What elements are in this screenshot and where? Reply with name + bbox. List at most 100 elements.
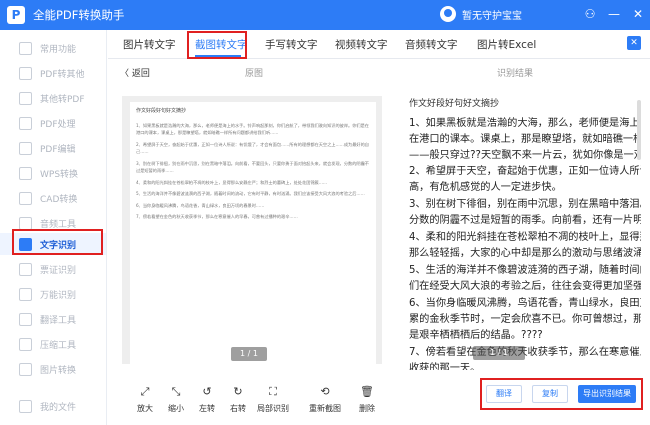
sidebar-item-label: PDF处理 (40, 119, 76, 130)
result-title: 作文好段好句好文摘抄 (409, 99, 500, 109)
pdf-process-icon (19, 116, 32, 130)
skin-icon[interactable]: ⚇ (582, 5, 598, 23)
retake-screenshot-button[interactable]: ⟲ 重新截图 (305, 385, 345, 414)
result-line: 6、当你身临暖风沸腾，鸟语花香，青山绿水，良田万顷的春景 (409, 298, 641, 309)
star-icon (19, 41, 32, 55)
tab-audio-to-text[interactable]: 音频转文字 (405, 37, 458, 52)
sidebar-item-compress[interactable]: 压缩工具 (0, 333, 106, 355)
audio-icon (19, 216, 32, 230)
sidebar-item-label: 我的文件 (40, 402, 77, 413)
sidebar-item-label: CAD转换 (40, 194, 78, 205)
scan-icon (19, 287, 32, 301)
doc-paragraph: 5、生活的海洋并不像碧波涟漪的西子湖，随着时间的流动，它有时平静，有时汹涌。我们… (136, 191, 365, 196)
sidebar-item-label: 票证识别 (40, 265, 77, 276)
partial-recognize-button[interactable]: ⛶ 局部识别 (253, 385, 293, 414)
sidebar-item-pdf-process[interactable]: PDF处理 (0, 112, 106, 134)
sidebar: 常用功能 PDF转其他 其他转PDF PDF处理 PDF编辑 WPS转换 CAD… (0, 30, 107, 425)
sidebar-item-pdf-to-other[interactable]: PDF转其他 (0, 62, 106, 84)
compress-icon (19, 337, 32, 351)
result-line: 累的金秋季节时，一定会欣喜不已。你可曾想过，那盛然的春色 (409, 314, 641, 325)
sub-header: 〈 返回 原图 识别结果 (108, 60, 650, 84)
rotate-right-button[interactable]: ↻ 右转 (218, 385, 258, 414)
minimize-icon[interactable]: — (606, 5, 622, 23)
trash-icon: 🗑 (360, 385, 374, 398)
refresh-icon: ⟲ (320, 385, 330, 398)
result-line: 5、生活的海洋并不像碧波涟漪的西子湖，随着时间的流动，它 (409, 265, 641, 276)
image-icon (19, 362, 32, 376)
sidebar-item-label: 翻译工具 (40, 315, 77, 326)
export-result-button[interactable]: 导出识别结果 (578, 385, 636, 403)
sidebar-item-label: 万能识别 (40, 290, 77, 301)
sidebar-item-other-to-pdf[interactable]: 其他转PDF (0, 87, 106, 109)
tool-label: 局部识别 (257, 404, 289, 413)
doc-title: 作文好段好句好文摘抄 (136, 108, 187, 114)
result-line: 在港口的课本。课桌上，那是瞭望塔，就如暗礁一样所有问题 (409, 134, 641, 145)
result-line: 分数的阴霾不过是短暂的雨季。向前看，还有一片明亮的天，不 (409, 215, 641, 226)
tab-image-to-text[interactable]: 图片转文字 (123, 37, 176, 52)
sidebar-item-image[interactable]: 图片转换 (0, 358, 106, 380)
tool-label: 左转 (199, 404, 215, 413)
rotate-left-icon: ↺ (202, 385, 212, 398)
tab-video-to-text[interactable]: 视频转文字 (335, 37, 388, 52)
sidebar-item-label: 图片转换 (40, 365, 77, 376)
ticket-icon (19, 262, 32, 276)
sidebar-item-ticket[interactable]: 票证识别 (0, 258, 106, 280)
result-line: ——般只穿过??天空飘不来一片云，犹如你像是一双臂膀。 (409, 150, 641, 161)
tab-handwriting-to-text[interactable]: 手写转文字 (265, 37, 318, 52)
tab-image-to-excel[interactable]: 图片转Excel (477, 37, 536, 52)
screenshot-document: 作文好段好句好文摘抄 1、如果黑板就是浩瀚的大海，那么，老师便是海上的水手。铃声… (130, 102, 376, 364)
sidebar-item-label: 音频工具 (40, 219, 77, 230)
sidebar-item-label: 压缩工具 (40, 340, 77, 351)
app-title: 全能PDF转换助手 (33, 8, 125, 22)
folder-icon (19, 399, 32, 413)
cad-icon (19, 191, 32, 205)
highlight-box-tab (187, 31, 247, 59)
result-text-panel[interactable]: 作文好段好句好文摘抄 1、如果黑板就是浩瀚的大海，那么，老师便是海上的水手。铃 … (401, 90, 641, 370)
result-scrollbar[interactable] (637, 100, 641, 160)
copy-button[interactable]: 复制 (532, 385, 568, 403)
translate-button[interactable]: 翻译 (486, 385, 522, 403)
avatar-icon (440, 6, 456, 22)
original-page-indicator: 1 / 1 (231, 347, 267, 361)
title-bar: P 全能PDF转换助手 暂无守护宝宝 ⚇ — ✕ (0, 0, 650, 30)
zoom-out-icon: ⤡ (171, 385, 181, 398)
rotate-right-icon: ↻ (233, 385, 243, 398)
back-button[interactable]: 〈 返回 (120, 66, 150, 79)
sidebar-item-universal[interactable]: 万能识别 (0, 283, 106, 305)
pdf-export-icon (19, 66, 32, 80)
result-page-indicator: 1 / 1 (473, 346, 525, 360)
tool-label: 右转 (230, 404, 246, 413)
result-line: 高，有危机感觉的人一定进步快。 (409, 182, 562, 193)
pdf-edit-icon (19, 141, 32, 155)
highlight-box-sidebar (12, 229, 103, 255)
sidebar-item-pdf-edit[interactable]: PDF编辑 (0, 137, 106, 159)
user-profile[interactable]: 暂无守护宝宝 (440, 6, 522, 22)
tool-label: 删除 (359, 404, 375, 413)
user-name: 暂无守护宝宝 (462, 10, 522, 22)
doc-paragraph: 4、柔和的阳光斜挂在苍松翠柏不凋的枝叶上，显得那么安静庄严；和烈士的墓碑上，处处… (136, 179, 328, 185)
close-window-icon[interactable]: ✕ (630, 5, 646, 23)
result-line: 1、如果黑板就是浩瀚的大海，那么，老师便是海上的水手。铃 (409, 118, 641, 129)
sidebar-item-common[interactable]: 常用功能 (0, 37, 106, 59)
result-line: 们在经受大风大浪的考验之后，往往会变得更加坚强。 (409, 281, 641, 292)
result-line: 7、傍若看望在金色的秋天收获季节，那么在寒意催人的早春， (409, 347, 641, 358)
sidebar-item-label: PDF转其他 (40, 69, 85, 80)
delete-button[interactable]: 🗑 删除 (347, 385, 387, 414)
close-panel-icon[interactable]: ✕ (627, 36, 641, 50)
sidebar-item-cad[interactable]: CAD转换 (0, 187, 106, 209)
doc-paragraph: 2、希望屏于天空，奋起始于优惠，正如一位诗人所说：有饥饿了，才会有面包……所有的… (136, 141, 369, 155)
sidebar-item-label: WPS转换 (40, 169, 79, 180)
translate-icon (19, 312, 32, 326)
result-line: 2、希望屏于天空，奋起始于优惠，正如一位诗人所说：有饥饿 (409, 166, 641, 177)
result-line: 3、别在树下徘徊，别在雨中沉思，别在黑暗中落泪。向前看， (409, 199, 641, 210)
sidebar-item-my-files[interactable]: 我的文件 (0, 395, 106, 417)
wps-icon (19, 166, 32, 180)
doc-paragraph: 1、如果黑板就是浩瀚的大海，那么，老师便是海上的水手。铃声响起那刻，你们启航了，… (136, 122, 369, 136)
original-image-panel: 作文好段好句好文摘抄 1、如果黑板就是浩瀚的大海，那么，老师便是海上的水手。铃声… (122, 96, 382, 364)
tool-label: 放大 (137, 404, 153, 413)
sidebar-item-translate[interactable]: 翻译工具 (0, 308, 106, 330)
sidebar-item-wps[interactable]: WPS转换 (0, 162, 106, 184)
tool-label: 重新截图 (309, 404, 341, 413)
sidebar-item-label: 常用功能 (40, 44, 77, 55)
result-line: 收获的那一天。 (409, 363, 481, 370)
